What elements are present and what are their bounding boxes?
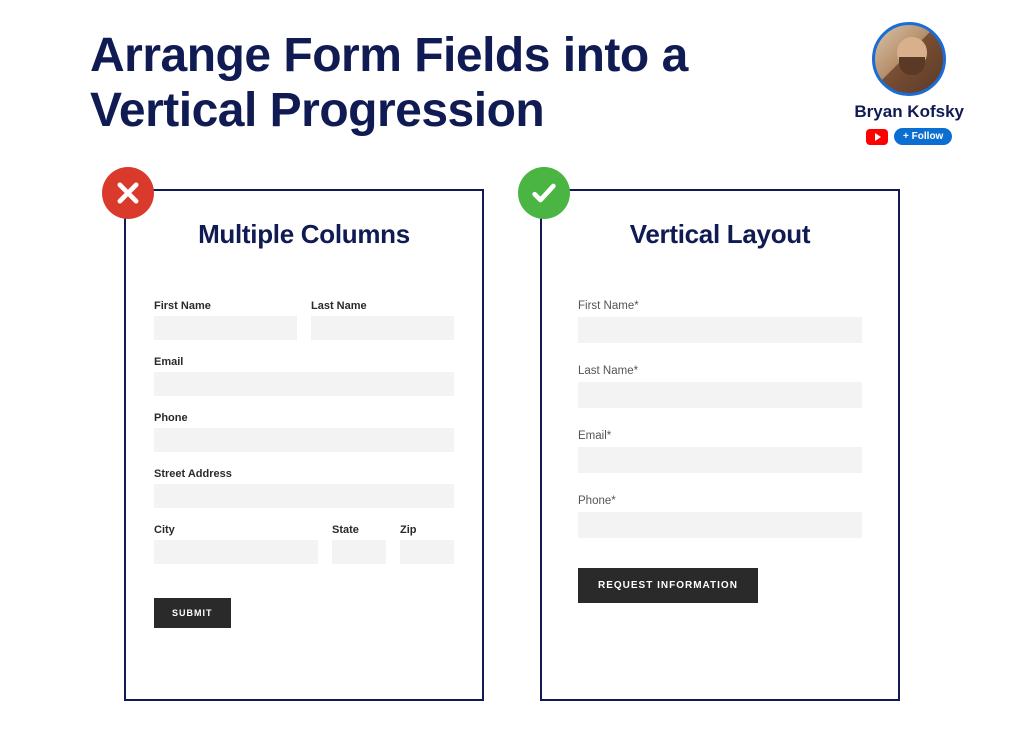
label-phone-v: Phone* (578, 495, 862, 507)
youtube-icon[interactable] (866, 129, 888, 145)
input-first-name[interactable] (154, 316, 297, 340)
card-title-good: Vertical Layout (570, 219, 870, 250)
card-multiple-columns: Multiple Columns First Name Last Name Em… (124, 189, 484, 701)
request-info-button[interactable]: REQUEST INFORMATION (578, 568, 758, 603)
input-last-name-v[interactable] (578, 382, 862, 408)
input-first-name-v[interactable] (578, 317, 862, 343)
author-avatar (872, 22, 946, 96)
label-phone: Phone (154, 412, 454, 424)
label-first-name: First Name (154, 300, 297, 312)
input-phone-v[interactable] (578, 512, 862, 538)
input-city[interactable] (154, 540, 318, 564)
label-state: State (332, 524, 386, 536)
check-icon (518, 167, 570, 219)
author-name: Bryan Kofsky (854, 102, 964, 122)
label-zip: Zip (400, 524, 454, 536)
input-street[interactable] (154, 484, 454, 508)
label-street: Street Address (154, 468, 454, 480)
page-title: Arrange Form Fields into a Vertical Prog… (90, 28, 810, 138)
input-email-v[interactable] (578, 447, 862, 473)
label-first-name-v: First Name* (578, 300, 862, 312)
input-phone[interactable] (154, 428, 454, 452)
label-email: Email (154, 356, 454, 368)
label-last-name-v: Last Name* (578, 365, 862, 377)
label-email-v: Email* (578, 430, 862, 442)
follow-button[interactable]: + Follow (894, 128, 952, 145)
card-vertical-layout: Vertical Layout First Name* Last Name* E… (540, 189, 900, 701)
x-icon (102, 167, 154, 219)
card-title-bad: Multiple Columns (154, 219, 454, 250)
input-last-name[interactable] (311, 316, 454, 340)
label-last-name: Last Name (311, 300, 454, 312)
input-email[interactable] (154, 372, 454, 396)
author-block: Bryan Kofsky + Follow (854, 22, 964, 145)
submit-button[interactable]: SUBMIT (154, 598, 231, 628)
input-zip[interactable] (400, 540, 454, 564)
input-state[interactable] (332, 540, 386, 564)
label-city: City (154, 524, 318, 536)
